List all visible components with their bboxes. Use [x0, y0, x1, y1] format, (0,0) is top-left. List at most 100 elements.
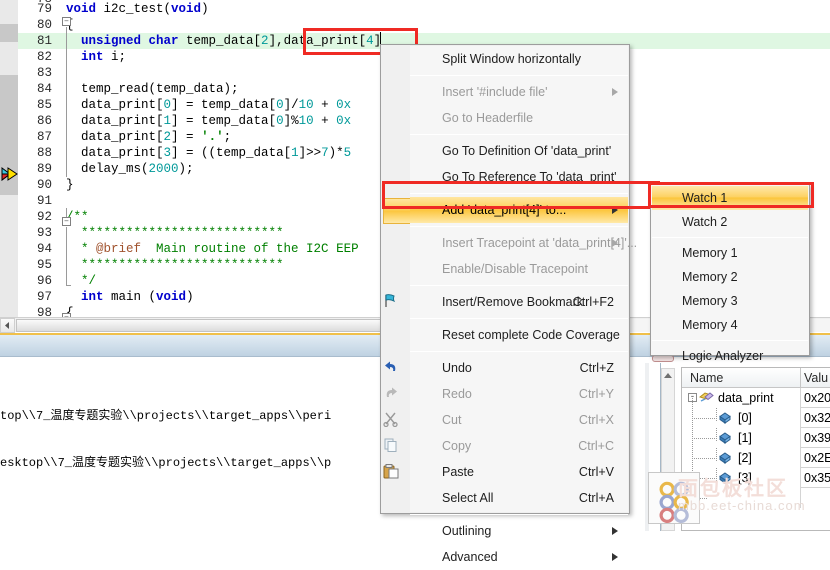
tree-connector-vertical	[716, 468, 717, 482]
code-token: @brief	[96, 242, 142, 256]
submenu-items[interactable]: Watch 1 Watch 2 Memory 1 Memory 2 Memory 3 Me…	[652, 186, 808, 363]
editor-context-menu[interactable]: Split Window horizontally Insert '#includ…	[380, 44, 637, 564]
submenu-item-logic-analyzer[interactable]: Logic Analyzer	[652, 344, 808, 368]
menu-item-insert-remove-bookmark[interactable]: Insert/Remove Bookmark Ctrl+F2	[385, 289, 628, 315]
context-menu-items[interactable]: Split Window horizontally Insert '#includ…	[383, 46, 637, 564]
watch-col-value[interactable]: Valu	[804, 368, 828, 388]
watch-item-name: [3]	[738, 471, 752, 485]
line-number: 84	[36, 82, 52, 96]
editor-left-margin[interactable]	[0, 0, 18, 318]
menu-item-label: Split Window horizontally	[442, 52, 581, 66]
code-token: void	[171, 2, 202, 16]
watermark-logo	[648, 472, 700, 524]
code-token: )*	[328, 146, 344, 160]
line-number: 96	[36, 274, 52, 288]
code-token: 2000	[148, 162, 179, 176]
submenu-item-memory-3[interactable]: Memory 3	[652, 289, 808, 313]
annotation-box-add-to	[382, 181, 660, 209]
tree-connector-horizontal	[692, 458, 716, 459]
submenu-item-memory-2[interactable]: Memory 2	[652, 265, 808, 289]
code-token: 10	[298, 98, 314, 112]
line-number: 89	[36, 162, 52, 176]
submenu-item-label: Memory 1	[682, 246, 738, 260]
hscroll-thumb[interactable]	[16, 319, 386, 332]
undo-icon	[382, 358, 404, 378]
code-token: '.'	[201, 130, 224, 144]
watch-cell-divider	[800, 448, 801, 468]
hscroll-left-button[interactable]	[0, 318, 15, 333]
code-token: void	[156, 290, 187, 304]
code-token: 2	[261, 34, 269, 48]
menu-item-paste[interactable]: Paste Ctrl+V	[383, 459, 628, 485]
watch-item-value: 0x39	[804, 431, 830, 445]
annotation-box-watch1	[648, 182, 814, 208]
watch-row[interactable]: - data_print 0x20	[682, 388, 830, 408]
watch-scroll-up-icon[interactable]	[664, 373, 672, 378]
submenu-item-label: Memory 4	[682, 318, 738, 332]
menu-item-advanced[interactable]: Advanced	[410, 544, 628, 570]
code-line-text: data_print[3] = ((temp_data[1]>>7)*5	[66, 145, 351, 161]
menu-item-label: Advanced	[442, 550, 498, 564]
submenu-item-memory-1[interactable]: Memory 1	[652, 241, 808, 265]
menu-item-shortcut: Ctrl+F2	[572, 295, 614, 309]
watch-header-row: Name Valu	[682, 368, 830, 388]
menu-item-enable-disable-tracepoint: Enable/Disable Tracepoint	[410, 256, 628, 282]
submenu-item-watch-2[interactable]: Watch 2	[652, 210, 808, 234]
code-line-text: ***************************	[66, 257, 284, 273]
ide-screenshot: 7879void i2c_test(void)80{81 unsigned ch…	[0, 0, 830, 564]
add-to-submenu[interactable]: Watch 1 Watch 2 Memory 1 Memory 2 Memory 3 Me…	[650, 184, 810, 363]
menu-item-undo[interactable]: Undo Ctrl+Z	[385, 355, 628, 381]
watch-item-value: 0x2E	[804, 451, 830, 465]
watch-new-expression-row[interactable]	[682, 488, 830, 508]
code-token: int	[66, 50, 112, 64]
menu-item-outlining[interactable]: Outlining	[410, 518, 628, 544]
menu-item-shortcut: Ctrl+A	[578, 491, 614, 505]
fold-line-80	[66, 27, 67, 177]
fold-marker-80[interactable]: –	[62, 17, 71, 26]
menu-item-label: Copy	[442, 439, 472, 453]
submenu-item-memory-4[interactable]: Memory 4	[652, 313, 808, 337]
menu-item-label: Insert/Remove Bookmark	[442, 295, 584, 309]
code-line-text: */	[66, 273, 96, 289]
code-token: 0	[276, 98, 284, 112]
bookmark-flag-icon	[382, 292, 404, 312]
code-token: 0x	[336, 98, 352, 112]
submenu-item-label: Watch 2	[682, 215, 728, 229]
menu-item-shortcut: Ctrl+Z	[579, 361, 614, 375]
watch-item-value: 0x35	[804, 471, 830, 485]
line-number: 88	[36, 146, 52, 160]
watch-grid[interactable]: Name Valu - data_print 0x20 [0] 0x32 [1] 0x39[…	[681, 367, 830, 531]
menu-item-reset-complete-code-coverage[interactable]: Reset complete Code Coverage	[410, 322, 628, 348]
watch-cell-divider	[800, 408, 801, 428]
tree-connector-vertical	[716, 428, 717, 442]
code-token: )	[186, 290, 194, 304]
fold-marker-92[interactable]: –	[62, 217, 71, 226]
code-token: void	[66, 2, 104, 16]
watch-col-name[interactable]: Name	[690, 368, 723, 388]
line-number: 92	[36, 210, 52, 224]
scissors-icon	[382, 410, 404, 430]
code-token: 0	[276, 114, 284, 128]
code-token: +	[313, 114, 337, 128]
code-token: ***************************	[66, 226, 284, 240]
menu-item-label: Insert Tracepoint at 'data_print[4]'...	[442, 236, 638, 250]
line-number: 90	[36, 178, 52, 192]
watch-header-divider[interactable]	[800, 368, 801, 388]
menu-item-insert-include-file: Insert '#include file'	[410, 79, 628, 105]
code-token: 0	[163, 98, 172, 112]
code-line-text: data_print[1] = temp_data[0]%10 + 0x	[66, 113, 351, 129]
line-number: 82	[36, 50, 52, 64]
code-token: 1	[163, 114, 172, 128]
menu-separator	[410, 134, 628, 135]
code-token: ]/	[283, 98, 299, 112]
code-line-text: }	[66, 177, 74, 193]
menu-item-go-to-definition-of-data-print[interactable]: Go To Definition Of 'data_print'	[410, 138, 628, 164]
code-token: )	[201, 2, 209, 16]
menu-item-select-all[interactable]: Select All Ctrl+A	[410, 485, 628, 511]
line-number: 86	[36, 114, 52, 128]
line-number: 94	[36, 242, 52, 256]
chevron-right-icon	[612, 553, 618, 561]
code-line-text: void i2c_test(void)	[66, 1, 209, 17]
menu-item-split-window-horizontally[interactable]: Split Window horizontally	[410, 46, 628, 72]
line-number: 80	[36, 18, 52, 32]
